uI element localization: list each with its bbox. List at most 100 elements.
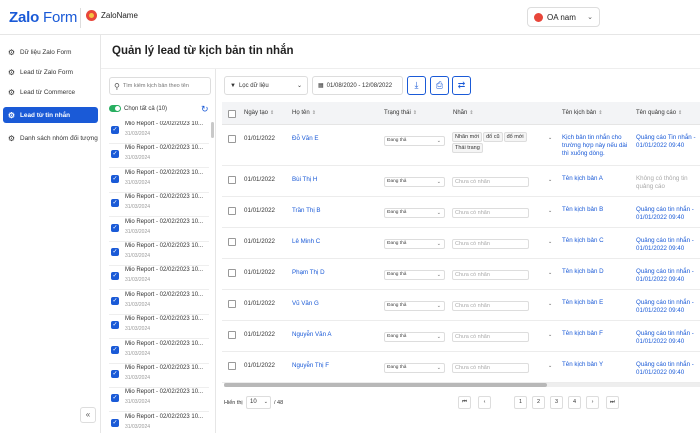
lead-name-link[interactable]: Bùi Thị H	[292, 176, 317, 183]
lead-name-link[interactable]: Nguyễn Thị F	[292, 362, 329, 369]
status-select[interactable]: Đang thả ⌄	[384, 177, 445, 187]
scenario-item[interactable]: ✓ Mio Report - 02/02/2023 10... 31/03/2024	[109, 170, 209, 194]
row-checkbox[interactable]	[228, 176, 236, 184]
row-checkbox[interactable]	[228, 362, 236, 370]
chevron-down-icon[interactable]: ⌄	[548, 208, 552, 214]
scenario-link[interactable]: Tên kịch bản Y	[562, 361, 603, 368]
zalo-form-logo[interactable]: Zalo Form	[9, 9, 77, 26]
column-header-date[interactable]: Ngày tạo ⇕	[244, 110, 274, 116]
ad-link[interactable]: Quảng cáo tin nhắn - 01/01/2022 09:40	[636, 330, 700, 346]
ad-link[interactable]: Quảng cáo tin nhắn - 01/01/2022 09:40	[636, 268, 700, 284]
refresh-icon[interactable]: ↻	[201, 104, 209, 115]
status-select[interactable]: Đang thả ⌄	[384, 332, 445, 342]
row-checkbox[interactable]	[228, 135, 236, 143]
scenario-link[interactable]: Tên kịch bản B	[562, 206, 603, 213]
first-page-button[interactable]: ⏮	[458, 396, 471, 409]
label-input[interactable]: Chưa có nhãn	[452, 301, 529, 311]
status-select[interactable]: Đang thả ⌄	[384, 270, 445, 280]
scenario-item[interactable]: ✓ Mio Report - 02/02/2023 10... 31/03/2024	[109, 316, 209, 340]
lead-name-link[interactable]: Phạm Thị D	[292, 269, 325, 276]
next-page-button[interactable]: ›	[586, 396, 599, 409]
select-all-toggle[interactable]: Chọn tất cả (10)	[109, 105, 167, 112]
date-range-picker[interactable]: ▦ 01/08/2020 - 12/08/2022	[312, 76, 403, 95]
label-input[interactable]: Chưa có nhãn	[452, 239, 529, 249]
check-icon[interactable]: ✓	[111, 126, 119, 134]
check-icon[interactable]: ✓	[111, 345, 119, 354]
label-input[interactable]: Chưa có nhãn	[452, 208, 529, 218]
scenario-link[interactable]: Tên kịch bản A	[562, 175, 603, 182]
print-button[interactable]: ⎙	[430, 76, 449, 95]
scenario-search[interactable]: ⚲	[109, 77, 211, 95]
scenario-item[interactable]: ✓ Mio Report - 02/02/2023 10... 31/03/2024	[109, 292, 209, 316]
scenario-link[interactable]: Tên kịch bản D	[562, 268, 604, 275]
check-icon[interactable]: ✓	[111, 150, 119, 159]
scrollbar[interactable]	[211, 122, 214, 138]
scenario-item[interactable]: ✓ Mio Report - 02/02/2023 10... 31/03/2024	[109, 414, 209, 433]
page-size-select[interactable]: 10 ⌄	[246, 396, 271, 409]
scenario-item[interactable]: ✓ Mio Report - 02/02/2023 10... 31/03/2024	[109, 267, 209, 291]
chevron-down-icon[interactable]: ⌄	[548, 363, 552, 369]
ad-link[interactable]: Quảng cáo tin nhắn - 01/01/2022 09:40	[636, 206, 700, 222]
row-checkbox[interactable]	[228, 300, 236, 308]
status-select[interactable]: Đang thả ⌄	[384, 136, 445, 146]
column-header-name[interactable]: Họ tên ⇕	[292, 110, 316, 116]
column-header-scenario[interactable]: Tên kịch bản ⇕	[562, 110, 603, 116]
page-button-4[interactable]: 4	[568, 396, 581, 409]
download-button[interactable]: ⤓	[407, 76, 426, 95]
status-select[interactable]: Đang thả ⌄	[384, 363, 445, 373]
scenario-item[interactable]: ✓ Mio Report - 02/02/2023 10... 31/03/2024	[109, 243, 209, 267]
lead-name-link[interactable]: Lê Minh C	[292, 238, 320, 245]
check-icon[interactable]: ✓	[111, 223, 119, 232]
chevron-down-icon[interactable]: ⌄	[548, 270, 552, 276]
scenario-item[interactable]: ✓ Mio Report - 02/02/2023 10... 31/03/2024	[109, 121, 209, 145]
scenario-link[interactable]: Tên kịch bản C	[562, 237, 604, 244]
select-all-checkbox[interactable]	[228, 110, 236, 118]
chevron-down-icon[interactable]: ⌄	[548, 332, 552, 338]
chevron-down-icon[interactable]: ⌄	[548, 301, 552, 307]
last-page-button[interactable]: ⏭	[606, 396, 619, 409]
label-input[interactable]: Chưa có nhãn	[452, 177, 529, 187]
scenario-item[interactable]: ✓ Mio Report - 02/02/2023 10... 31/03/2024	[109, 194, 209, 218]
lead-name-link[interactable]: Trần Thị B	[292, 207, 321, 214]
check-icon[interactable]: ✓	[111, 248, 119, 256]
horizontal-scroll-thumb[interactable]	[224, 383, 547, 387]
lead-name-link[interactable]: Vũ Văn G	[292, 300, 319, 307]
chevron-down-icon[interactable]: ⌄	[548, 239, 552, 245]
check-icon[interactable]: ✓	[111, 394, 119, 403]
label-input[interactable]: Chưa có nhãn	[452, 270, 529, 280]
filter-select[interactable]: ▼ Lọc dữ liệu ⌄	[224, 76, 308, 95]
table-row[interactable]: 01/01/2022 Vũ Văn G Đang thả ⌄ Chưa có nhãn ⌄…	[222, 290, 700, 321]
scenario-item[interactable]: ✓ Mio Report - 02/02/2023 10... 31/03/2024	[109, 365, 209, 389]
table-row[interactable]: 01/01/2022 Nguyễn Thị F Đang thả ⌄ Chưa có n…	[222, 352, 700, 383]
chevron-down-icon[interactable]: ⌄	[548, 177, 552, 183]
label-input[interactable]: Chưa có nhãn	[452, 332, 529, 342]
table-row[interactable]: 01/01/2022 Trần Thị B Đang thả ⌄ Chưa có nhã…	[222, 197, 700, 228]
check-icon[interactable]: ✓	[111, 272, 119, 281]
column-header-ad[interactable]: Tên quảng cáo ⇕	[636, 110, 682, 116]
check-icon[interactable]: ✓	[111, 321, 119, 330]
scenario-link[interactable]: Tên kịch bản E	[562, 299, 603, 306]
table-row[interactable]: 01/01/2022 Phạm Thị D Đang thả ⌄ Chưa có nhã…	[222, 259, 700, 290]
row-checkbox[interactable]	[228, 269, 236, 277]
status-select[interactable]: Đang thả ⌄	[384, 208, 445, 218]
scenario-item[interactable]: ✓ Mio Report - 02/02/2023 10... 31/03/2024	[109, 389, 209, 413]
scenario-link[interactable]: Kịch bản tin nhắn cho trường hợp này nếu…	[562, 134, 628, 158]
page-button-3[interactable]: 3	[550, 396, 563, 409]
row-checkbox[interactable]	[228, 331, 236, 339]
check-icon[interactable]: ✓	[111, 174, 119, 183]
check-icon[interactable]: ✓	[111, 370, 119, 378]
scenario-item[interactable]: ✓ Mio Report - 02/02/2023 10... 31/03/2024	[109, 145, 209, 169]
table-row[interactable]: 01/01/2022 Nguyễn Văn A Đang thả ⌄ Chưa có n…	[222, 321, 700, 352]
ad-link[interactable]: Quảng cáo Tin nhắn - 01/01/2022 09:40	[636, 134, 700, 150]
chevron-down-icon[interactable]: ⌄	[548, 135, 552, 141]
check-icon[interactable]: ✓	[111, 199, 119, 208]
status-select[interactable]: Đang thả ⌄	[384, 301, 445, 311]
oa-select[interactable]: OA nam ⌄	[527, 7, 600, 27]
column-header-label[interactable]: Nhãn ⇕	[453, 110, 474, 116]
lead-name-link[interactable]: Nguyễn Văn A	[292, 331, 332, 338]
label-tag[interactable]: Thái trang	[452, 143, 483, 153]
check-icon[interactable]: ✓	[111, 296, 119, 305]
page-button-1[interactable]: 1	[514, 396, 527, 409]
table-row[interactable]: 01/01/2022 Lê Minh C Đang thả ⌄ Chưa có nhãn…	[222, 228, 700, 259]
row-checkbox[interactable]	[228, 207, 236, 215]
